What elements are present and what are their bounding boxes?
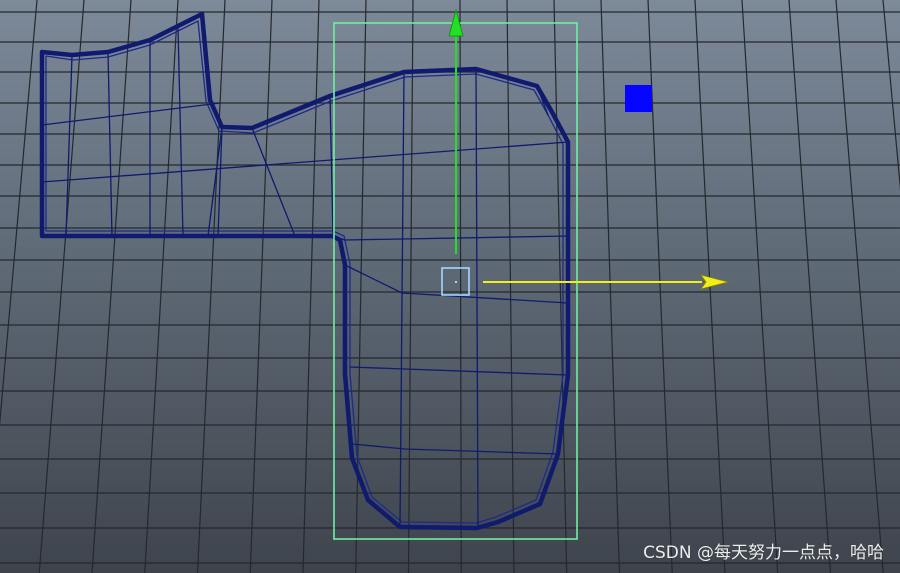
move-manipulator[interactable] — [441, 8, 730, 296]
mesh-outline[interactable] — [39, 11, 571, 531]
wireframe-mesh[interactable] — [39, 11, 571, 531]
vertex-color-swatch-icon[interactable] — [625, 85, 652, 112]
mesh-outline-inner — [45, 20, 564, 524]
3d-viewport[interactable]: CSDN @每天努力一点点，哈哈 — [0, 0, 900, 573]
grid-line — [249, 0, 273, 573]
grid-line — [91, 0, 132, 573]
grid-line — [741, 0, 779, 573]
viewport-grid — [0, 0, 900, 573]
grid-line — [788, 0, 832, 573]
grid-line — [835, 0, 884, 573]
pivot-point — [455, 281, 457, 283]
grid-line — [459, 0, 462, 573]
grid-line — [196, 0, 226, 573]
grid-line — [506, 0, 515, 573]
watermark-text: CSDN @每天努力一点点，哈哈 — [643, 543, 884, 563]
grid-line — [0, 0, 38, 427]
grid-line — [407, 0, 414, 573]
grid-line — [600, 0, 621, 573]
move-manipulator-x-arrow-icon[interactable] — [483, 274, 730, 290]
grid-line — [553, 0, 568, 573]
grid-line — [302, 0, 320, 573]
viewport-canvas[interactable] — [0, 0, 900, 573]
grid-line — [882, 0, 900, 191]
